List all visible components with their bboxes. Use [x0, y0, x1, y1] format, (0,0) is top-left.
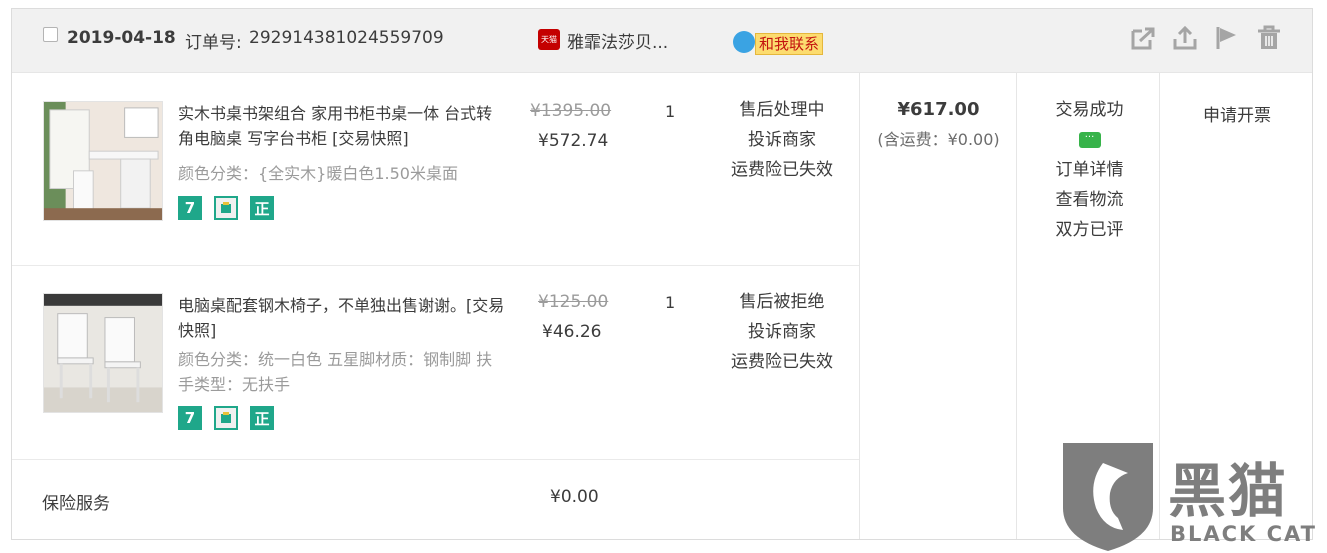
service-badges: 7 正 — [178, 406, 274, 430]
original-price: ¥1395.00 — [530, 101, 612, 121]
chat-row: ··· — [1017, 125, 1162, 155]
guarantee-icon[interactable] — [214, 196, 238, 220]
product-spec: 颜色分类：统一白色 五星脚材质：钢制脚 扶手类型：无扶手 — [178, 350, 493, 394]
row-divider — [12, 459, 859, 460]
after-sale-link[interactable]: 售后被拒绝 — [717, 287, 847, 317]
shop-name-link[interactable]: 雅霏法莎贝... — [567, 28, 668, 53]
guarantee-icon[interactable] — [214, 406, 238, 430]
contact-seller-button[interactable]: 和我联系 — [755, 33, 824, 55]
after-sale-status: 售后被拒绝 投诉商家 运费险已失效 — [717, 287, 847, 377]
order-number: 292914381024559709 — [249, 28, 444, 48]
trade-status-column: 交易成功 ··· 订单详情 查看物流 双方已评 — [1017, 95, 1162, 245]
trade-status: 交易成功 — [1055, 100, 1124, 120]
product-image-desk[interactable] — [43, 101, 163, 221]
view-logistics-link[interactable]: 查看物流 — [1017, 185, 1162, 215]
complain-seller-link[interactable]: 投诉商家 — [717, 125, 847, 155]
order-detail-link[interactable]: 订单详情 — [1017, 155, 1162, 185]
paid-price: ¥572.74 — [538, 131, 609, 151]
trash-icon[interactable] — [1256, 25, 1282, 51]
watermark-en-text: BLACK CAT — [1170, 522, 1317, 546]
order-date: 2019-04-18 — [67, 28, 176, 48]
column-divider — [859, 73, 860, 539]
shipping-fee: (含运费：¥0.00) — [877, 130, 1000, 149]
watermark-cn-text: 黑猫 — [1168, 457, 1289, 525]
quantity: 1 — [665, 293, 676, 312]
quantity: 1 — [665, 102, 676, 121]
row-divider — [12, 265, 859, 266]
complain-seller-link[interactable]: 投诉商家 — [717, 317, 847, 347]
order-total: ¥617.00 (含运费：¥0.00) — [861, 95, 1016, 155]
freight-insurance-status: 运费险已失效 — [731, 352, 833, 372]
paid-price: ¥46.26 — [542, 322, 602, 342]
seven-day-return-icon[interactable]: 7 — [178, 196, 202, 220]
share-icon[interactable] — [1130, 25, 1156, 51]
after-sale-status: 售后处理中 投诉商家 运费险已失效 — [717, 95, 847, 185]
flag-icon[interactable] — [1214, 25, 1240, 51]
insurance-price: ¥0.00 — [550, 487, 599, 507]
service-badges: 7 正 — [178, 196, 274, 220]
black-cat-watermark: 黑猫 BLACK CAT — [1058, 438, 1327, 553]
upload-icon[interactable] — [1172, 25, 1198, 51]
tmall-icon: 天猫 — [538, 29, 560, 50]
insurance-label: 保险服务 — [42, 494, 110, 514]
order-number-label: 订单号: — [185, 33, 242, 53]
review-status-link[interactable]: 双方已评 — [1017, 215, 1162, 245]
chat-icon[interactable]: ··· — [1078, 132, 1101, 148]
freight-insurance-status: 运费险已失效 — [731, 160, 833, 180]
product-title-link[interactable]: 电脑桌配套钢木椅子，不单独出售谢谢。[交易快照] — [178, 293, 508, 343]
seven-day-return-icon[interactable]: 7 — [178, 406, 202, 430]
request-invoice-link[interactable]: 申请开票 — [1160, 101, 1314, 126]
authentic-icon[interactable]: 正 — [250, 406, 274, 430]
product-image-chair[interactable] — [43, 293, 163, 413]
product-spec: 颜色分类：{全实木}暖白色1.50米桌面 — [178, 164, 458, 183]
after-sale-link[interactable]: 售后处理中 — [717, 95, 847, 125]
order-header: 2019-04-18 订单号: 292914381024559709 天猫 雅霏… — [12, 9, 1312, 73]
chat-bubble-icon[interactable] — [733, 31, 755, 53]
total-amount: ¥617.00 — [897, 99, 980, 120]
authentic-icon[interactable]: 正 — [250, 196, 274, 220]
order-checkbox[interactable] — [43, 27, 58, 42]
product-title-link[interactable]: 实木书桌书架组合 家用书柜书桌一体 台式转角电脑桌 写字台书柜 [交易快照] — [178, 101, 508, 151]
black-cat-logo-icon — [1063, 443, 1153, 551]
original-price: ¥125.00 — [538, 292, 609, 312]
